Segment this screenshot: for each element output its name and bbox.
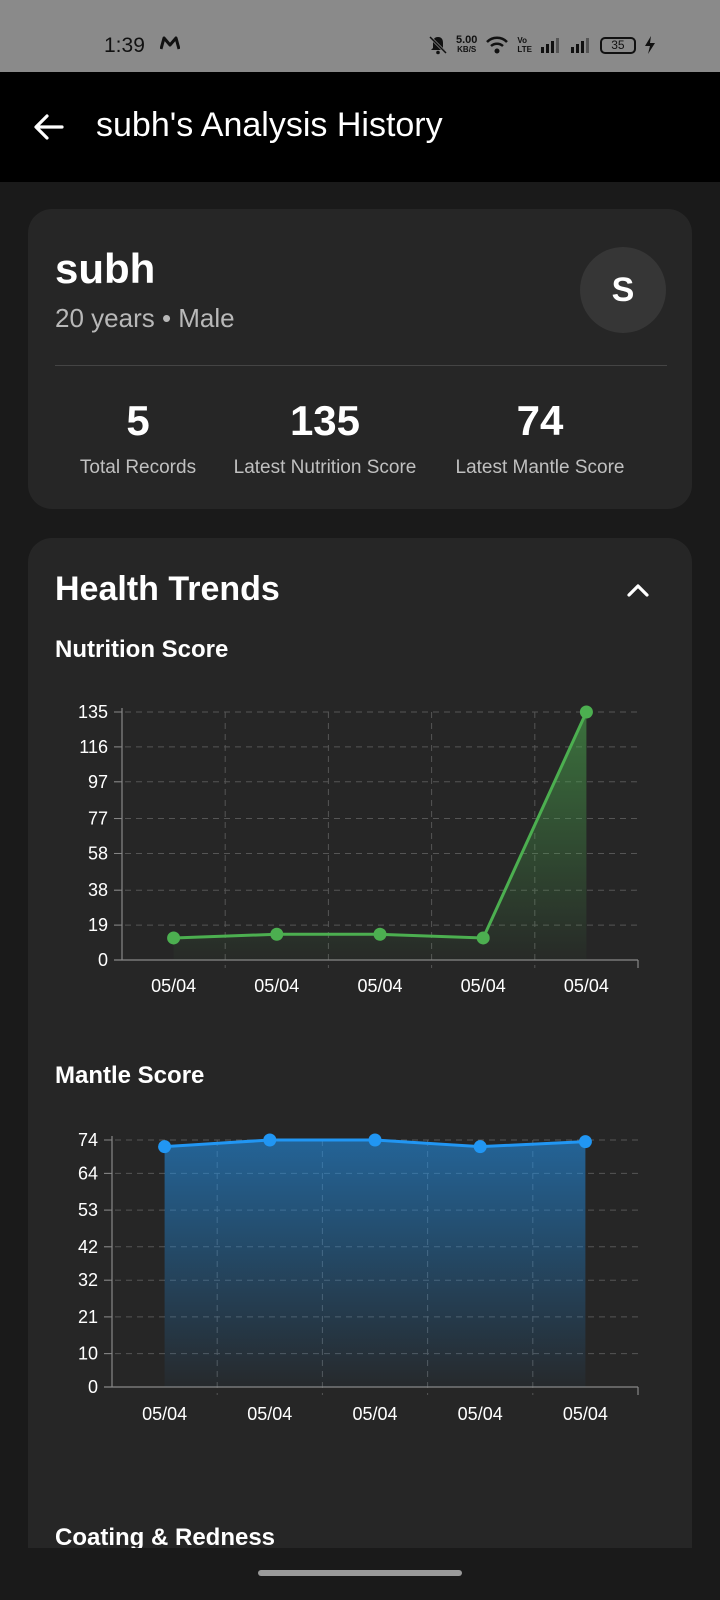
y-tick-label: 38	[88, 880, 108, 900]
y-tick-label: 32	[78, 1270, 98, 1290]
battery-icon: 35	[599, 36, 636, 54]
y-tick-label: 135	[78, 702, 108, 722]
stat-label: Total Records	[79, 457, 197, 478]
gmail-icon	[160, 36, 180, 50]
back-arrow-icon[interactable]	[32, 110, 66, 144]
x-tick-label: 05/04	[142, 1404, 187, 1424]
avatar-letter: S	[611, 270, 635, 309]
data-point[interactable]	[578, 1135, 592, 1149]
y-tick-label: 97	[88, 772, 108, 792]
profile-name: subh	[55, 245, 156, 292]
x-tick-label: 05/04	[247, 1404, 292, 1424]
nutrition-chart-title: Nutrition Score	[55, 636, 229, 663]
y-tick-label: 64	[78, 1163, 98, 1183]
y-tick-label: 116	[79, 737, 108, 757]
volte-bottom: LTE	[517, 45, 532, 54]
y-tick-label: 77	[88, 809, 108, 829]
data-point[interactable]	[373, 927, 387, 941]
page-title: subh's Analysis History	[96, 106, 443, 144]
data-point[interactable]	[476, 931, 490, 945]
y-tick-label: 74	[78, 1130, 98, 1150]
stat-latest-nutrition: 135 Latest Nutrition Score	[220, 397, 430, 479]
y-tick-label: 0	[98, 950, 108, 970]
y-tick-label: 19	[88, 915, 108, 935]
signal-icon-sim2	[570, 38, 589, 53]
data-point[interactable]	[270, 927, 284, 941]
gesture-handle[interactable]	[258, 1570, 462, 1576]
data-point[interactable]	[167, 931, 181, 945]
status-bar: 1:39 5.00 KB/S Vo LTE 35	[0, 0, 720, 72]
stat-value: 135	[289, 397, 361, 444]
chevron-up-icon[interactable]	[624, 576, 652, 604]
x-tick-label: 05/04	[151, 976, 196, 996]
stat-value: 5	[126, 397, 150, 444]
signal-icon-sim1	[540, 38, 559, 53]
mantle-chart-title: Mantle Score	[55, 1062, 205, 1089]
net-speed-unit: KB/S	[457, 45, 477, 54]
y-tick-label: 58	[88, 843, 108, 863]
coating-redness-title: Coating & Redness	[55, 1524, 276, 1548]
profile-card: subh 20 years • Male S 5 Total Records 1…	[28, 209, 692, 509]
nutrition-score-chart: 0 19 38 58 77 97 116 135 05/04 05/04 05/04 05/04 05/…	[78, 702, 639, 996]
x-tick-label: 05/04	[461, 976, 506, 996]
divider	[55, 365, 667, 366]
health-trends-card: Health Trends Nutrition Score 0 19 38 58 77 9…	[28, 538, 692, 1548]
app-bar: subh's Analysis History	[0, 72, 720, 182]
health-trends-title: Health Trends	[55, 570, 280, 608]
data-point[interactable]	[263, 1133, 277, 1147]
mantle-score-chart: 0 10 21 32 42 53 64 74 05/04 05/04 05/04 05/04 05/04	[78, 1130, 639, 1424]
x-tick-label: 05/04	[458, 1404, 503, 1424]
data-point[interactable]	[368, 1133, 382, 1147]
battery-level: 35	[611, 38, 625, 52]
stat-label: Latest Mantle Score	[455, 457, 625, 478]
x-tick-label: 05/04	[357, 976, 402, 996]
status-time: 1:39	[104, 34, 145, 57]
status-icons: 5.00 KB/S Vo LTE 35	[428, 32, 656, 58]
stat-latest-mantle: 74 Latest Mantle Score	[442, 397, 638, 479]
profile-subtitle: 20 years • Male	[55, 303, 235, 333]
data-point[interactable]	[579, 705, 593, 719]
mute-bell-icon	[428, 35, 448, 55]
x-tick-label: 05/04	[352, 1404, 397, 1424]
volte-indicator: Vo LTE	[517, 36, 532, 54]
navigation-bar	[0, 1548, 720, 1600]
net-speed-value: 5.00	[456, 34, 478, 46]
avatar: S	[580, 247, 666, 333]
x-tick-label: 05/04	[563, 1404, 608, 1424]
series-area	[173, 712, 587, 960]
wifi-icon	[486, 36, 509, 54]
charging-icon	[644, 36, 655, 54]
data-point[interactable]	[158, 1140, 172, 1154]
x-tick-label: 05/04	[564, 976, 609, 996]
net-speed: 5.00 KB/S	[456, 35, 477, 55]
stat-label: Latest Nutrition Score	[233, 457, 417, 478]
y-tick-label: 10	[78, 1344, 98, 1364]
data-point[interactable]	[473, 1140, 487, 1154]
volte-top: Vo	[517, 36, 528, 45]
series-area	[164, 1140, 586, 1387]
x-tick-label: 05/04	[254, 976, 299, 996]
stat-value: 74	[516, 397, 564, 444]
y-tick-label: 42	[78, 1237, 98, 1257]
y-tick-label: 0	[88, 1377, 98, 1397]
stat-total-records: 5 Total Records	[72, 397, 204, 479]
y-tick-label: 21	[78, 1307, 98, 1327]
y-tick-label: 53	[78, 1200, 98, 1220]
